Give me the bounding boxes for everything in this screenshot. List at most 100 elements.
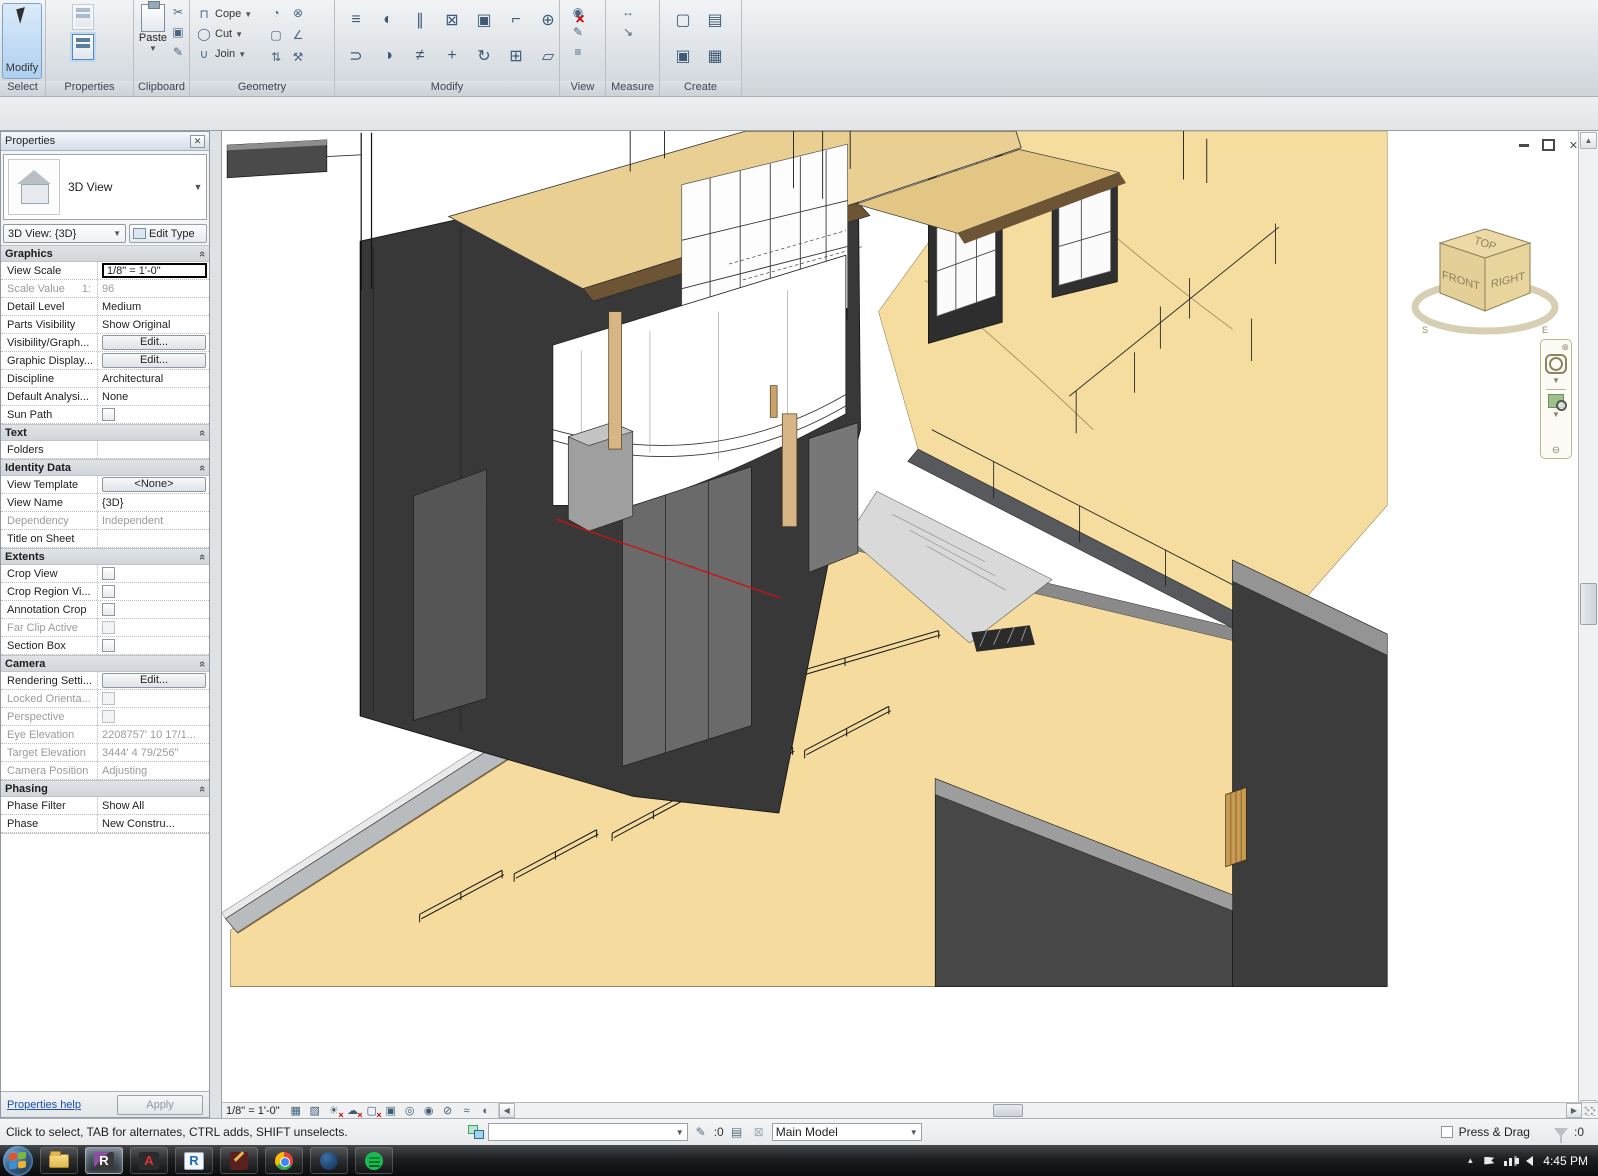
create-group-icon[interactable]: ▢ [670,5,696,35]
property-checkbox[interactable] [102,567,115,580]
navbar-collapse-icon[interactable]: ⊖ [1552,445,1560,456]
scroll-left-icon[interactable]: ◀ [499,1103,515,1118]
property-value[interactable] [98,639,209,652]
crop-view-icon[interactable]: ▢ [364,1104,380,1118]
property-checkbox[interactable] [102,603,115,616]
clipboard-panel-label[interactable]: Clipboard [134,81,189,95]
property-checkbox[interactable] [102,408,115,421]
property-value[interactable]: Adjusting [98,765,209,777]
press-drag-checkbox[interactable] [1441,1126,1453,1138]
property-checkbox[interactable] [102,621,115,634]
property-value[interactable]: Edit... [98,353,209,368]
collapse-chevron-icon[interactable]: « [196,553,208,559]
design-options-combo[interactable]: Main Model▼ [772,1123,922,1141]
worksharing-display-icon[interactable]: ≈ [459,1104,475,1118]
split-element-icon[interactable]: ∥ [407,5,433,35]
dimension-icon[interactable]: ↘ [620,24,636,40]
property-edit-button[interactable]: Edit... [102,353,206,368]
type-properties-icon[interactable] [72,4,94,30]
shadows-icon[interactable]: ☁ [345,1104,361,1118]
property-value[interactable] [98,621,209,634]
paste-dropdown-icon[interactable]: ▼ [149,44,157,53]
mirror-pick-axis-icon[interactable]: ◐ [375,5,401,35]
zoom-icon[interactable] [1548,394,1564,408]
align-icon[interactable]: ≡ [343,5,369,35]
taskbar-app-blue-globe-app[interactable] [310,1147,348,1174]
thin-lines-icon[interactable]: ≡ [570,44,586,60]
property-value[interactable] [98,692,209,705]
property-edit-button[interactable]: <None> [102,477,206,492]
taskbar-app-pencil-app[interactable] [220,1147,258,1174]
view-scale-button[interactable]: 1/8" = 1'-0" [226,1105,280,1117]
property-value[interactable]: {3D} [98,497,209,509]
section-header-graphics[interactable]: Graphics« [1,245,209,262]
type-selector-dropdown-icon[interactable]: ▼ [190,182,206,192]
scroll-up-icon[interactable]: ▲ [1580,132,1597,149]
taskbar-app-chrome[interactable] [265,1147,303,1174]
property-value[interactable]: New Constru... [98,818,209,830]
steering-wheel-icon[interactable] [1545,354,1567,374]
create-parts-icon[interactable]: ▤ [702,5,728,35]
property-value[interactable]: Architectural [98,373,209,385]
vertical-scroll-thumb[interactable] [1580,583,1597,625]
property-value[interactable]: 3444' 4 79/256" [98,747,209,759]
instance-selector[interactable]: 3D View: {3D} ▼ [3,224,126,243]
match-type-icon[interactable]: ✎ [170,44,186,60]
property-value[interactable] [98,567,209,580]
view-panel-label[interactable]: View [560,81,605,95]
zoom-dropdown-icon[interactable]: ▼ [1552,410,1560,419]
property-value[interactable]: Show Original [98,319,209,331]
drawing-area[interactable]: ✕ TOP FRONT RIGHT S E ⊗ ▼ ▼ ⊖ [222,131,1578,1102]
view-scale-value[interactable]: 1/8" = 1'-0" [102,263,207,278]
beam-join-icon[interactable]: ∠ [290,27,306,43]
scroll-right-icon[interactable]: ▶ [1566,1103,1582,1118]
array-icon[interactable]: ⊞ [503,41,529,71]
property-value[interactable]: Show All [98,800,209,812]
create-similar-icon[interactable]: ▦ [702,41,728,71]
apply-button[interactable]: Apply [117,1095,203,1115]
model-right-building[interactable] [1226,560,1388,986]
detail-level-icon[interactable]: ▦ [288,1104,304,1118]
sun-path-icon[interactable]: ☀ [326,1104,342,1118]
view-restore-icon[interactable] [1541,139,1556,151]
unpin-icon[interactable]: ⊠ [439,5,465,35]
property-value[interactable]: Edit... [98,335,209,350]
property-value[interactable]: Independent [98,515,209,527]
edit-type-button[interactable]: Edit Type [129,224,207,243]
palette-resize-gutter[interactable] [210,131,222,1118]
cut-icon[interactable]: ✂ [170,4,186,20]
reveal-hidden-icon[interactable]: ◉ [570,4,586,20]
collapse-chevron-icon[interactable]: « [196,250,208,256]
create-assembly-icon[interactable]: ▣ [670,41,696,71]
measure-icon[interactable]: ↔ [620,4,636,20]
property-value[interactable] [98,603,209,616]
section-header-identity-data[interactable]: Identity Data« [1,459,209,476]
offset-copy-icon[interactable]: ⇅ [268,49,284,65]
geometry-panel-label[interactable]: Geometry [190,81,334,95]
worksets-combo[interactable]: ▼ [488,1123,688,1141]
taskbar-app-revit[interactable]: R [85,1147,123,1174]
copy-icon[interactable]: ▣ [170,24,186,40]
highlight-sets-icon[interactable]: ◐ [478,1104,494,1118]
property-value[interactable]: 2208757' 10 17/1... [98,729,209,741]
move-icon[interactable]: + [439,41,465,71]
visual-style-icon[interactable]: ▧ [307,1104,323,1118]
tray-expand-icon[interactable]: ▲ [1466,1156,1474,1165]
property-value[interactable]: Edit... [98,673,209,688]
action-center-icon[interactable] [1484,1157,1494,1165]
reveal-hidden-elements-icon[interactable]: ◉ [421,1104,437,1118]
resize-grip[interactable] [1584,1106,1596,1116]
taskbar-app-spotify[interactable] [355,1147,393,1174]
cut-opening-icon[interactable]: ◔ [268,5,284,21]
taskbar-clock[interactable]: 4:45 PM [1543,1154,1588,1168]
view-minimize-icon[interactable] [1516,139,1531,151]
property-checkbox[interactable] [102,692,115,705]
offset-icon[interactable]: ⊃ [343,41,369,71]
property-edit-button[interactable]: Edit... [102,673,206,688]
apply-coping-icon[interactable]: ▢ [268,27,284,43]
collapse-chevron-icon[interactable]: « [196,785,208,791]
show-crop-region-icon[interactable]: ▣ [383,1104,399,1118]
properties-help-link[interactable]: Properties help [7,1099,81,1111]
property-value[interactable]: <None> [98,477,209,492]
collapse-chevron-icon[interactable]: « [196,429,208,435]
